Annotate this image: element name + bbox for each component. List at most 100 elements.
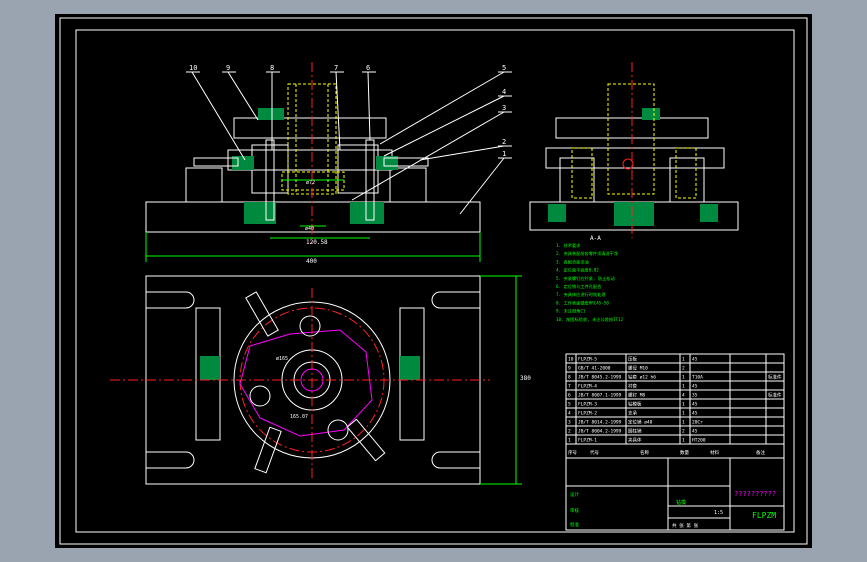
bom-cell-no: 6: [568, 393, 571, 399]
dim-arc-b: 165.07: [290, 414, 308, 420]
bom-cell-qty: 4: [682, 393, 685, 399]
bom-cell-qty: 1: [682, 357, 685, 363]
bom-cell-qty: 1: [682, 411, 685, 417]
bom-header-code: 代号: [590, 449, 599, 456]
callout-9: 9: [226, 64, 230, 72]
bom-header-no: 序号: [568, 449, 577, 456]
bom-cell-name: 定位销 ø40: [628, 419, 653, 426]
note-line: 4. 定位面平面度0.02: [556, 267, 599, 274]
bom-cell-no: 2: [568, 429, 571, 435]
hatch-top: [258, 108, 284, 120]
bom-cell-no: 1: [568, 438, 571, 444]
callout-8: 8: [270, 64, 274, 72]
side-hatch-4: [700, 204, 718, 222]
bom-cell-name: 螺母 M10: [628, 365, 648, 372]
bom-cell-qty: 1: [682, 420, 685, 426]
callout-4: 4: [502, 88, 506, 96]
title-name-cell: 钻模: [676, 499, 686, 506]
title-text: ??????????: [734, 490, 776, 498]
bom-cell-note: 标准件: [768, 392, 782, 399]
callout-10: 10: [189, 64, 197, 72]
bom-cell-code: FLPZM-1: [578, 438, 597, 444]
dim-bore: ø40: [305, 226, 314, 232]
bom-cell-qty: 2: [682, 429, 685, 435]
callout-3: 3: [502, 104, 506, 112]
callout-2: 2: [502, 138, 506, 146]
bom-cell-no: 9: [568, 366, 571, 372]
drawing-number: FLPZM: [752, 511, 776, 520]
hatch-left-1: [244, 202, 276, 224]
bom-cell-mat: 45: [692, 402, 698, 408]
bom-cell-code: FLPZM-2: [578, 411, 597, 417]
approved-label: 批准: [570, 521, 579, 528]
dim-height: 380: [520, 375, 531, 382]
bom-cell-name: 钻模板: [628, 401, 642, 408]
bom-cell-qty: 1: [682, 375, 685, 381]
dim-arc-a: ø165: [276, 356, 288, 362]
bom-cell-name: 螺钉 M8: [628, 392, 645, 399]
bom-cell-name: 圆柱销: [628, 428, 642, 435]
bom-header-note: 备注: [756, 449, 765, 456]
bom-cell-code: JB/T 8014.2-1999: [578, 420, 622, 426]
bom-cell-code: FLPZM-5: [578, 357, 597, 363]
callout-5: 5: [502, 64, 506, 72]
bom-cell-no: 8: [568, 375, 571, 381]
bom-cell-code: GB/T 41-2000: [578, 366, 611, 372]
bom-cell-note: 标准件: [768, 374, 782, 381]
bom-cell-mat: 45: [692, 357, 698, 363]
bom-cell-code: JB/T 8045.2-1999: [578, 375, 622, 381]
bom-cell-qty: 1: [682, 384, 685, 390]
dim-spacing: 120.58: [306, 239, 328, 246]
bom-cell-mat: 45: [692, 411, 698, 417]
dim-width: 400: [306, 258, 317, 265]
note-line: 1. 技术要求: [556, 242, 581, 249]
dim-inner-dia: ø72: [306, 180, 315, 186]
section-label: A-A: [590, 235, 601, 242]
side-hatch-1: [614, 202, 654, 226]
note-line: 3. 各配合面涂油: [556, 258, 589, 265]
note-line: 7. 夹具体应进行时效处理: [556, 291, 606, 298]
bom-cell-name: 支承: [628, 410, 637, 417]
bom-cell-code: JB/T 8007.1-1999: [578, 393, 622, 399]
bom-cell-no: 10: [568, 357, 574, 363]
cad-drawing-canvas: 400 120.58 ø72 ø40 10 9 8 7 6 5 4 3 2 1: [55, 14, 812, 548]
sheet-label: 共 张 第 张: [672, 522, 699, 529]
bom-cell-no: 5: [568, 402, 571, 408]
bom-cell-no: 3: [568, 420, 571, 426]
bom-cell-code: JB/T 8004.2-1999: [578, 429, 622, 435]
bom-cell-no: 4: [568, 411, 571, 417]
bom-cell-no: 7: [568, 384, 571, 390]
bom-cell-name: 夹具体: [628, 437, 642, 444]
designed-label: 设计: [570, 491, 579, 498]
bom-cell-qty: 1: [682, 438, 685, 444]
bom-cell-mat: T10A: [692, 375, 703, 381]
side-hatch-3: [548, 204, 566, 222]
callout-6: 6: [366, 64, 370, 72]
bom-cell-name: 压板: [628, 356, 637, 363]
bom-header-mat: 材料: [710, 449, 719, 456]
note-line: 9. 未注倒角C1: [556, 308, 586, 315]
bom-cell-name: 钻套 ø12 h6: [628, 374, 656, 381]
bom-cell-qty: 2: [682, 366, 685, 372]
bom-cell-qty: 1: [682, 402, 685, 408]
scale-value: 1:5: [714, 510, 723, 516]
callout-1: 1: [502, 150, 506, 158]
note-line: 8. 工作表面硬度HRC45-50: [556, 299, 609, 306]
top-hatch-r: [400, 356, 420, 380]
note-line: 2. 夹具装配前各零件须清洗干净: [556, 250, 618, 257]
checked-label: 审核: [570, 507, 579, 514]
bom-cell-name: 衬套: [628, 383, 637, 390]
bom-cell-code: FLPZM-3: [578, 402, 597, 408]
bom-cell-mat: 45: [692, 429, 698, 435]
bom-cell-code: FLPZM-4: [578, 384, 597, 390]
note-line: 5. 夹紧螺钉应拧紧, 防止松动: [556, 275, 615, 282]
bom-header-name: 名称: [640, 449, 649, 456]
hatch-right-1: [350, 202, 384, 224]
callout-7: 7: [334, 64, 338, 72]
bom-cell-mat: 35: [692, 393, 698, 399]
note-line: 10. 按国标验收, 未注公差按IT12: [556, 316, 624, 323]
bom-header-qty: 数量: [680, 449, 689, 456]
bom-cell-mat: HT200: [692, 438, 706, 444]
note-line: 6. 定位销与工件孔配合: [556, 283, 602, 290]
side-hatch-2: [642, 108, 660, 120]
